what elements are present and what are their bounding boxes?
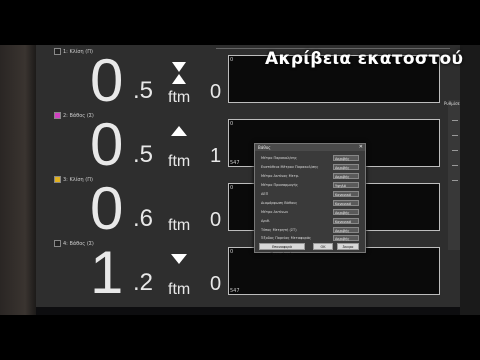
plot-corner-label: 0 [230, 57, 234, 63]
setting-select[interactable]: Κανονικό [333, 200, 359, 206]
count-value: 1 [210, 145, 222, 167]
count-value: 0 [210, 81, 222, 103]
panel-slider-tick[interactable] [452, 180, 458, 181]
ok-button[interactable]: ΟΚ [313, 243, 333, 250]
reading-integer: 0 [90, 47, 124, 114]
setting-label: Μέτρο Ακτίνας Μετρ. [261, 174, 300, 178]
reading: 0 .5 ftm 0 [40, 47, 221, 114]
setting-label: Μέτρο Παρακολ/σης [261, 156, 297, 160]
reading-fraction: .5 [133, 77, 154, 104]
dialog-setting-row: Έξοδος Πορείας Μεταφοράς Ακριβής [261, 234, 361, 242]
top-letterbox [0, 0, 480, 45]
unit-label: ftm [168, 281, 191, 298]
triangle-down-icon [171, 254, 187, 264]
channel-label: 3: Κλίση (Π) [63, 176, 93, 183]
video-caption: Ακρίβεια εκατοστού [265, 49, 464, 69]
channel-header: 4: Βάθος (Σ) [54, 240, 94, 247]
plot-corner-label: 0 [230, 249, 234, 255]
plot-corner-label: 0 [230, 185, 234, 191]
reading-fraction: .6 [133, 205, 154, 232]
reading-fraction: .2 [133, 269, 154, 296]
channel-row[interactable]: 3: Κλίση (Π) 0 .6 ftm 0 0 [36, 173, 460, 242]
panel-slider-tick[interactable] [452, 150, 458, 151]
setting-select[interactable]: Ακριβής [333, 173, 359, 179]
setting-label: Έξοδος Πορείας Μεταφοράς [261, 236, 312, 240]
count-value: 0 [210, 273, 222, 295]
panel-slider-tick[interactable] [452, 135, 458, 136]
plot-tag: 547 [230, 288, 240, 294]
depth-plot[interactable]: 0 547 [228, 247, 440, 295]
plot-tag: 547 [230, 160, 240, 166]
color-swatch [54, 240, 61, 247]
color-swatch [54, 48, 61, 55]
monitor-bezel-right [460, 45, 480, 315]
dialog-setting-row: Αριθ. Κανονικό [261, 217, 361, 225]
reading: 0 .5 ftm 1 [40, 111, 221, 178]
reading: 0 .6 ftm 0 [40, 175, 221, 242]
setting-select[interactable]: Ακριβής [333, 235, 359, 241]
count-value: 0 [210, 209, 222, 231]
cancel-button[interactable]: Άκυρο [337, 243, 359, 250]
reading-integer: 0 [90, 111, 124, 178]
color-swatch [54, 112, 61, 119]
monitor: 1: Κλίση (Π) 0 .5 ftm 0 0 2: Βάθος (Σ) 0… [0, 45, 480, 315]
dialog-setting-row: Ευστάθεια Μέτρου Παρακολ/σης Ακριβής [261, 163, 361, 171]
setting-select[interactable]: Ακριβής [333, 155, 359, 161]
setting-label: Τύπος Μετρητή (ΣΤ) [261, 228, 297, 232]
hourglass-icon [172, 62, 186, 84]
channel-header: 1: Κλίση (Π) [54, 48, 93, 55]
unit-label: ftm [168, 217, 191, 234]
reading-fraction: .5 [133, 141, 154, 168]
dialog-setting-row: Διαμόρφωση Βάθους Κανονικό [261, 199, 361, 207]
settings-side-panel[interactable] [448, 100, 460, 250]
setting-select[interactable]: Υψηλό [333, 182, 359, 188]
monitor-bezel-bottom [36, 307, 460, 315]
close-icon[interactable]: ✕ [359, 144, 363, 150]
setting-select[interactable]: Κανονικό [333, 191, 359, 197]
channel-row[interactable]: 4: Βάθος (Σ) 1 .2 ftm 0 0 547 [36, 237, 460, 306]
bottom-letterbox [0, 315, 480, 360]
panel-slider-tick[interactable] [452, 120, 458, 121]
reading-integer: 1 [90, 239, 124, 306]
channel-header: 3: Κλίση (Π) [54, 176, 93, 183]
unit-label: ftm [168, 153, 191, 170]
dialog-setting-row: Μέτρο Ακτίνων Ακριβής [261, 208, 361, 216]
plot-corner-label: 0 [230, 121, 234, 127]
dialog-setting-row: Μέτρο Ακτίνας Μετρ. Ακριβής [261, 172, 361, 180]
setting-label: Αριθ. [261, 219, 271, 223]
reading: 1 .2 ftm 0 [40, 239, 221, 306]
setting-label: Μέτρο Προσαρμογής [261, 183, 298, 187]
setting-label: Μέτρο Ακτίνων [261, 210, 289, 214]
setting-select[interactable]: Κανονικό [333, 218, 359, 224]
setting-label: ΑΕΠ [261, 192, 269, 196]
setting-select[interactable]: Ακριβής [333, 227, 359, 233]
restore-defaults-button[interactable]: Επαναφορά Προεπιλογών [259, 243, 305, 256]
dialog-title: Βάθος [255, 144, 365, 151]
setting-select[interactable]: Ακριβής [333, 164, 359, 170]
app-screen: 1: Κλίση (Π) 0 .5 ftm 0 0 2: Βάθος (Σ) 0… [36, 45, 463, 307]
reading-integer: 0 [90, 175, 124, 242]
setting-label: Διαμόρφωση Βάθους [261, 201, 298, 205]
channel-label: 1: Κλίση (Π) [63, 48, 93, 55]
dialog-setting-row: Μέτρο Παρακολ/σης Ακριβής [261, 154, 361, 162]
setting-label: Ευστάθεια Μέτρου Παρακολ/σης [261, 165, 319, 169]
triangle-up-icon [171, 126, 187, 136]
color-swatch [54, 176, 61, 183]
unit-label: ftm [168, 89, 191, 106]
depth-settings-dialog[interactable]: Βάθος ✕ Μέτρο Παρακολ/σης Ακριβής Ευστάθ… [254, 143, 366, 256]
dialog-setting-row: Μέτρο Προσαρμογής Υψηλό [261, 181, 361, 189]
channel-row[interactable]: 2: Βάθος (Σ) 0 .5 ftm 1 0 547 [36, 109, 460, 178]
monitor-bezel-left [0, 45, 36, 315]
panel-slider-tick[interactable] [452, 165, 458, 166]
dialog-setting-row: ΑΕΠ Κανονικό [261, 190, 361, 198]
channel-header: 2: Βάθος (Σ) [54, 112, 94, 119]
setting-select[interactable]: Ακριβής [333, 209, 359, 215]
dialog-setting-row: Τύπος Μετρητή (ΣΤ) Ακριβής [261, 226, 361, 234]
